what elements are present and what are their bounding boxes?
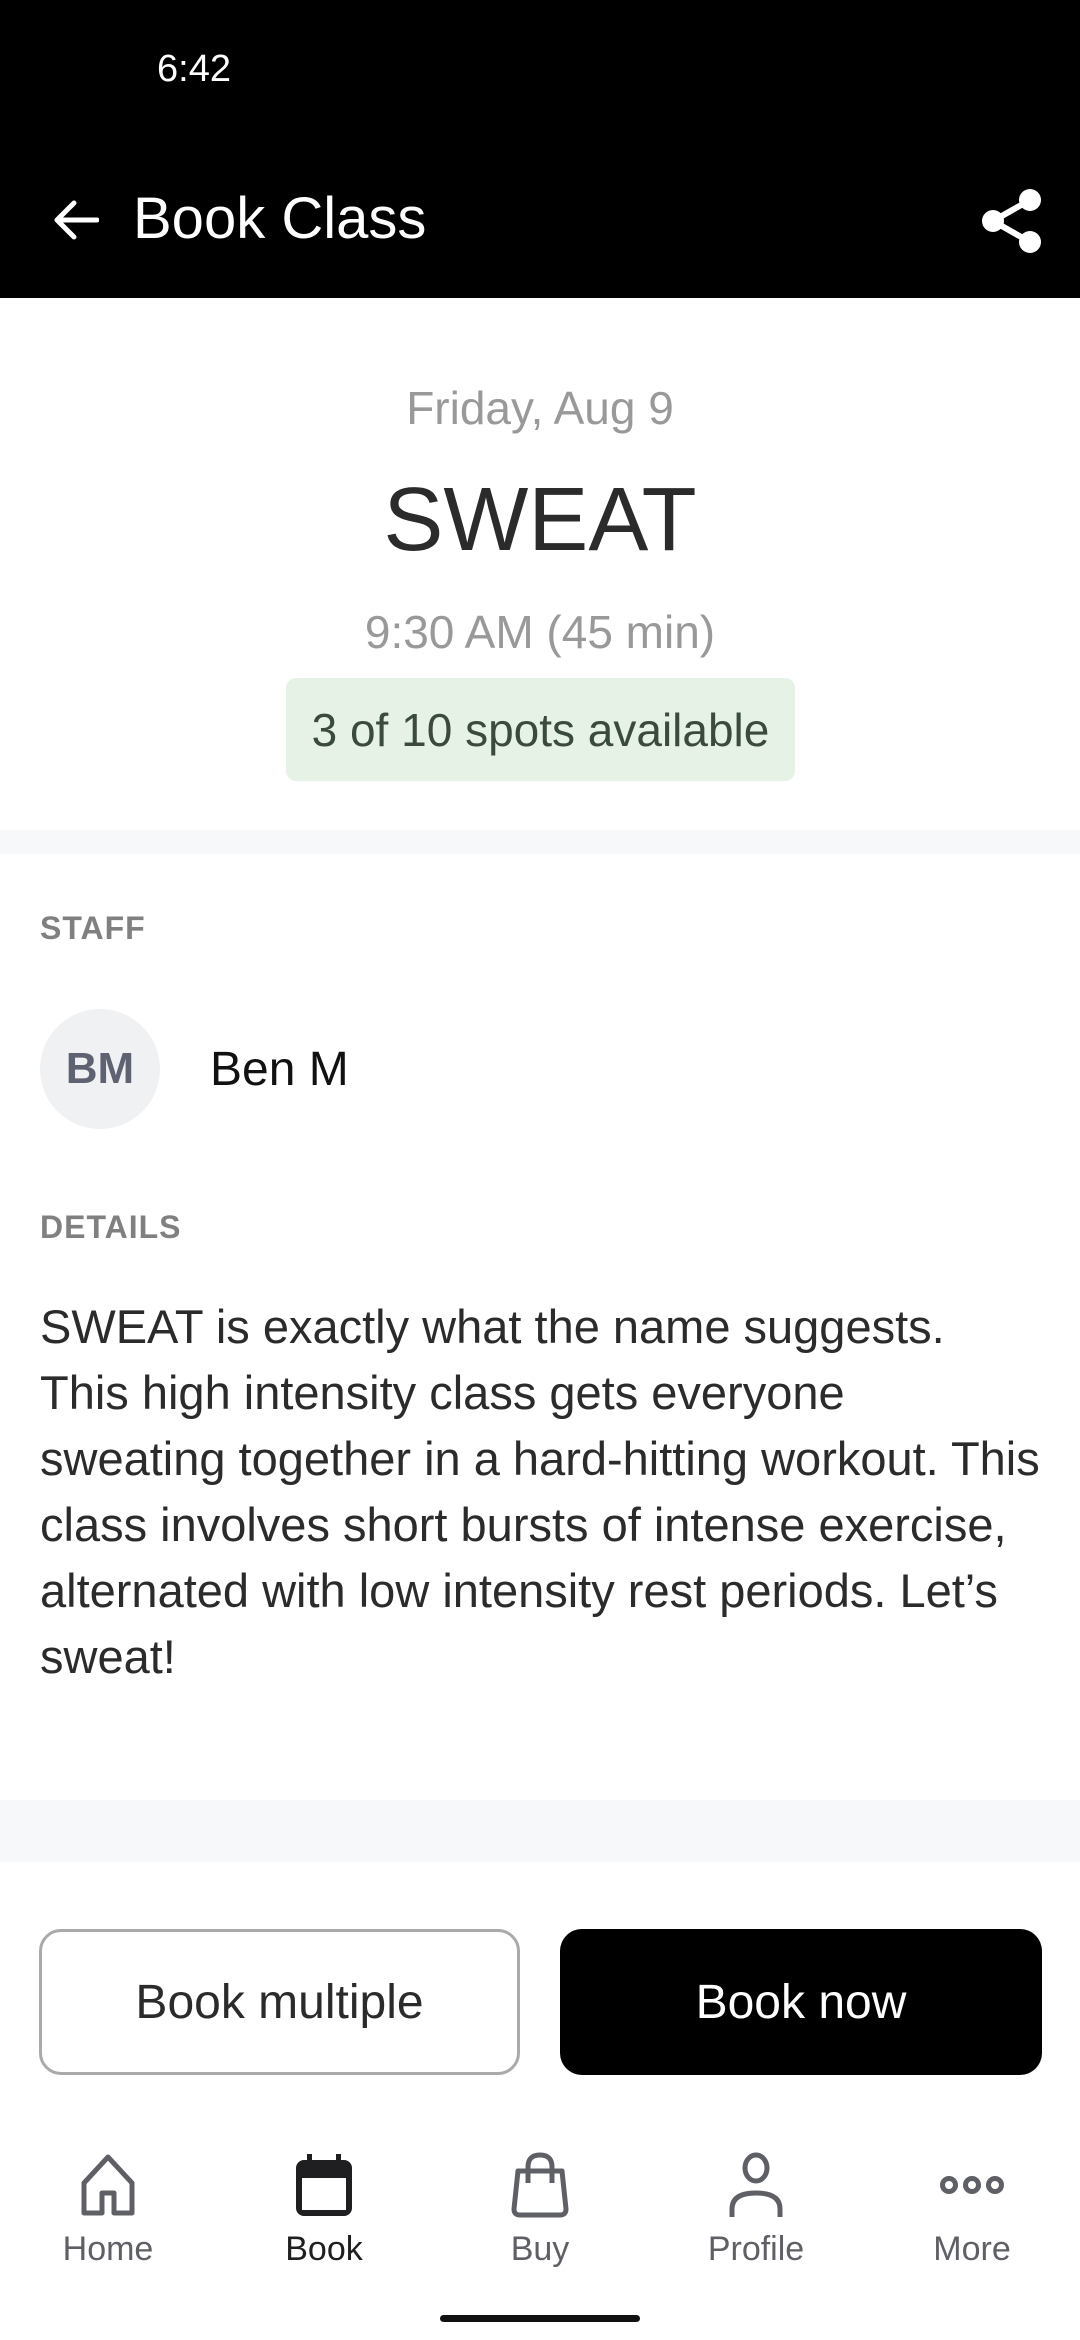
nav-item-buy[interactable]: Buy	[432, 2150, 648, 2290]
staff-name[interactable]: Ben M	[210, 1042, 349, 1097]
shopping-bag-icon	[511, 2152, 569, 2218]
arrow-left-icon	[54, 200, 99, 240]
class-time: 9:30 AM (45 min)	[364, 606, 716, 658]
details-section-label: DETAILS	[40, 1209, 182, 1245]
home-indicator[interactable]	[440, 2315, 640, 2322]
nav-label: Home	[62, 2230, 154, 2268]
book-multiple-button[interactable]: Book multiple	[39, 1929, 520, 2075]
nav-label: Buy	[510, 2230, 570, 2268]
nav-item-book[interactable]: Book	[216, 2150, 432, 2290]
spots-available-badge: 3 of 10 spots available	[286, 678, 795, 781]
nav-label: Profile	[707, 2230, 805, 2268]
nav-label: Book	[285, 2230, 363, 2268]
class-date: Friday, Aug 9	[406, 382, 674, 434]
nav-item-home[interactable]: Home	[0, 2150, 216, 2290]
staff-section-label: STAFF	[40, 910, 146, 946]
nav-item-profile[interactable]: Profile	[648, 2150, 864, 2290]
class-description: SWEAT is exactly what the name suggests.…	[40, 1300, 1040, 1683]
nav-item-more[interactable]: More	[864, 2150, 1080, 2290]
page-title: Book Class	[133, 186, 427, 251]
section-divider	[0, 1800, 1080, 1862]
share-button[interactable]	[976, 184, 1046, 256]
status-bar-time: 6:42	[157, 48, 231, 90]
more-dots-icon	[940, 2176, 1004, 2194]
person-icon	[729, 2152, 783, 2217]
bottom-nav: Home Book Buy Profile More	[0, 2150, 1080, 2290]
app-bar	[0, 0, 1080, 298]
book-now-button[interactable]: Book now	[560, 1929, 1042, 2075]
back-button[interactable]	[44, 188, 108, 252]
nav-label: More	[933, 2230, 1011, 2268]
share-icon	[982, 189, 1041, 253]
calendar-icon	[296, 2154, 352, 2216]
section-divider	[0, 830, 1080, 854]
home-icon	[81, 2154, 135, 2216]
class-name: SWEAT	[383, 470, 697, 570]
staff-avatar: BM	[40, 1009, 160, 1129]
